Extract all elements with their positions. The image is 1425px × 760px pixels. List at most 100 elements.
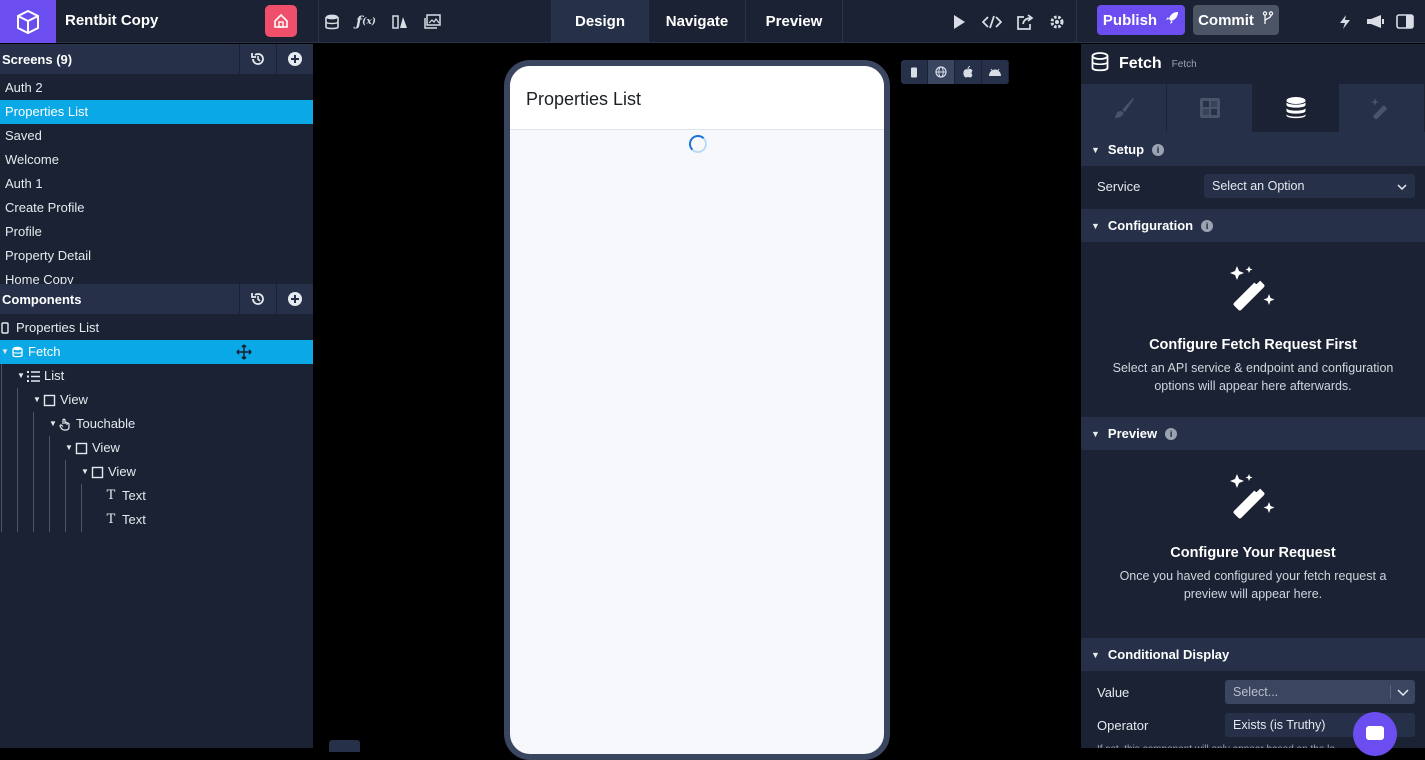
screen-item[interactable]: Profile (0, 220, 313, 244)
configuration-empty-desc: Select an API service & endpoint and con… (1112, 361, 1394, 393)
screen-item[interactable]: Welcome (0, 148, 313, 172)
panel-collapse-icon[interactable] (1396, 13, 1414, 31)
tree-guide (1, 412, 2, 436)
add-component-icon[interactable] (276, 284, 313, 314)
list-icon (26, 369, 40, 383)
components-header: Components (0, 284, 313, 314)
publish-button[interactable]: Publish (1097, 5, 1185, 35)
info-icon[interactable]: i (1201, 219, 1214, 232)
commit-button[interactable]: Commit (1193, 5, 1279, 35)
text-icon: T (106, 488, 116, 503)
gear-icon[interactable] (1048, 13, 1066, 31)
tree-row-list[interactable]: ▼ List (0, 364, 313, 388)
preview-header[interactable]: ▼ Preview i (1081, 417, 1425, 450)
platform-switcher (901, 60, 1009, 84)
value-select-placeholder: Select... (1233, 685, 1279, 699)
chat-support-icon[interactable] (1353, 712, 1397, 756)
tree-guide (17, 460, 18, 484)
history-icon[interactable] (239, 284, 276, 314)
caret-down-icon[interactable]: ▼ (32, 388, 42, 412)
app-logo-icon[interactable] (0, 0, 56, 43)
tab-data-database-icon[interactable] (1253, 84, 1339, 132)
text-icon: T (106, 512, 116, 527)
setup-header[interactable]: ▼ Setup i (1081, 133, 1425, 166)
configuration-header[interactable]: ▼ Configuration i (1081, 209, 1425, 242)
tree-row-fetch[interactable]: ▼ Fetch (0, 340, 313, 364)
play-icon[interactable] (950, 13, 968, 31)
screen-item[interactable]: Create Profile (0, 196, 313, 220)
app-title[interactable]: Rentbit Copy (65, 12, 158, 29)
caret-down-icon[interactable]: ▼ (16, 364, 26, 388)
tree-row-view[interactable]: ▼ View (0, 460, 313, 484)
screen-item[interactable]: Property Detail (0, 244, 313, 268)
tree-row-text[interactable]: T Text (0, 484, 313, 508)
info-icon[interactable]: i (1152, 143, 1165, 156)
caret-down-icon[interactable]: ▼ (64, 436, 74, 460)
magic-wand-icon (1227, 472, 1279, 527)
history-icon[interactable] (239, 44, 276, 74)
screen-title: Properties List (526, 89, 642, 109)
tab-style-brush-icon[interactable] (1081, 84, 1167, 132)
caret-down-icon[interactable]: ▼ (0, 340, 10, 364)
view-icon (90, 465, 104, 479)
tree-row-screen[interactable]: Properties List (0, 316, 313, 340)
value-select[interactable]: Select... (1225, 680, 1415, 704)
screens-header: Screens (9) (0, 44, 313, 74)
database-icon[interactable] (323, 13, 341, 31)
megaphone-icon[interactable] (1366, 13, 1384, 31)
left-panel: Screens (9) Auth 2 Properties List Saved… (0, 44, 313, 748)
tree-row-touchable[interactable]: ▼ Touchable (0, 412, 313, 436)
screen-item-selected[interactable]: Properties List (0, 100, 313, 124)
caret-down-icon[interactable]: ▼ (48, 412, 58, 436)
canvas-zoom-control[interactable] (329, 740, 360, 752)
tab-design[interactable]: Design (552, 0, 649, 43)
add-screen-icon[interactable] (276, 44, 313, 74)
tree-guide (1, 508, 2, 532)
function-icon[interactable]: ƒ (x) (355, 13, 377, 31)
home-icon[interactable] (265, 5, 297, 37)
tree-guide (49, 460, 50, 484)
device-phone-icon[interactable] (901, 60, 928, 84)
commit-label: Commit (1198, 11, 1254, 29)
caret-down-icon[interactable]: ▼ (80, 460, 90, 484)
conditional-display-title: Conditional Display (1107, 647, 1230, 662)
screen-item[interactable]: Home Copy (0, 268, 313, 284)
conditional-display-header[interactable]: ▼ Conditional Display (1081, 638, 1425, 671)
chevron-down-icon: ▼ (1091, 649, 1100, 660)
tab-preview[interactable]: Preview (746, 0, 843, 43)
tree-guide (81, 508, 82, 532)
tab-navigate[interactable]: Navigate (649, 0, 746, 43)
tab-magic-wand-icon[interactable] (1339, 84, 1425, 132)
tree-row-view[interactable]: ▼ View (0, 388, 313, 412)
design-canvas[interactable]: Properties List (313, 44, 1081, 760)
chevron-down-icon: ▼ (1091, 144, 1100, 155)
value-label: Value (1097, 684, 1130, 700)
tab-layout-icon[interactable] (1167, 84, 1253, 132)
info-icon[interactable]: i (1165, 427, 1178, 440)
components-title: Components (2, 291, 82, 307)
tree-guide (65, 484, 66, 508)
screen-item[interactable]: Auth 2 (0, 76, 313, 100)
view-icon (42, 393, 56, 407)
tree-guide (65, 460, 66, 484)
bolt-icon[interactable] (1336, 13, 1354, 31)
share-icon[interactable] (1016, 13, 1034, 31)
android-icon[interactable] (982, 60, 1009, 84)
image-icon[interactable] (423, 13, 441, 31)
globe-icon[interactable] (928, 60, 955, 84)
tree-guide (33, 460, 34, 484)
screen-item[interactable]: Saved (0, 124, 313, 148)
tree-row-text[interactable]: T Text (0, 508, 313, 532)
assets-icon[interactable] (391, 13, 409, 31)
mode-tabs: Design Navigate Preview (551, 0, 843, 43)
screen-icon (0, 321, 12, 335)
service-select[interactable]: Select an Option (1204, 174, 1415, 198)
chevron-down-icon: ▼ (1091, 428, 1100, 439)
screen-item[interactable]: Auth 1 (0, 172, 313, 196)
tree-row-view[interactable]: ▼ View (0, 436, 313, 460)
device-frame[interactable]: Properties List (504, 60, 890, 760)
apple-icon[interactable] (955, 60, 982, 84)
component-name: Fetch (1119, 55, 1162, 72)
code-icon[interactable] (982, 13, 1002, 31)
tree-label: Text (122, 488, 146, 503)
